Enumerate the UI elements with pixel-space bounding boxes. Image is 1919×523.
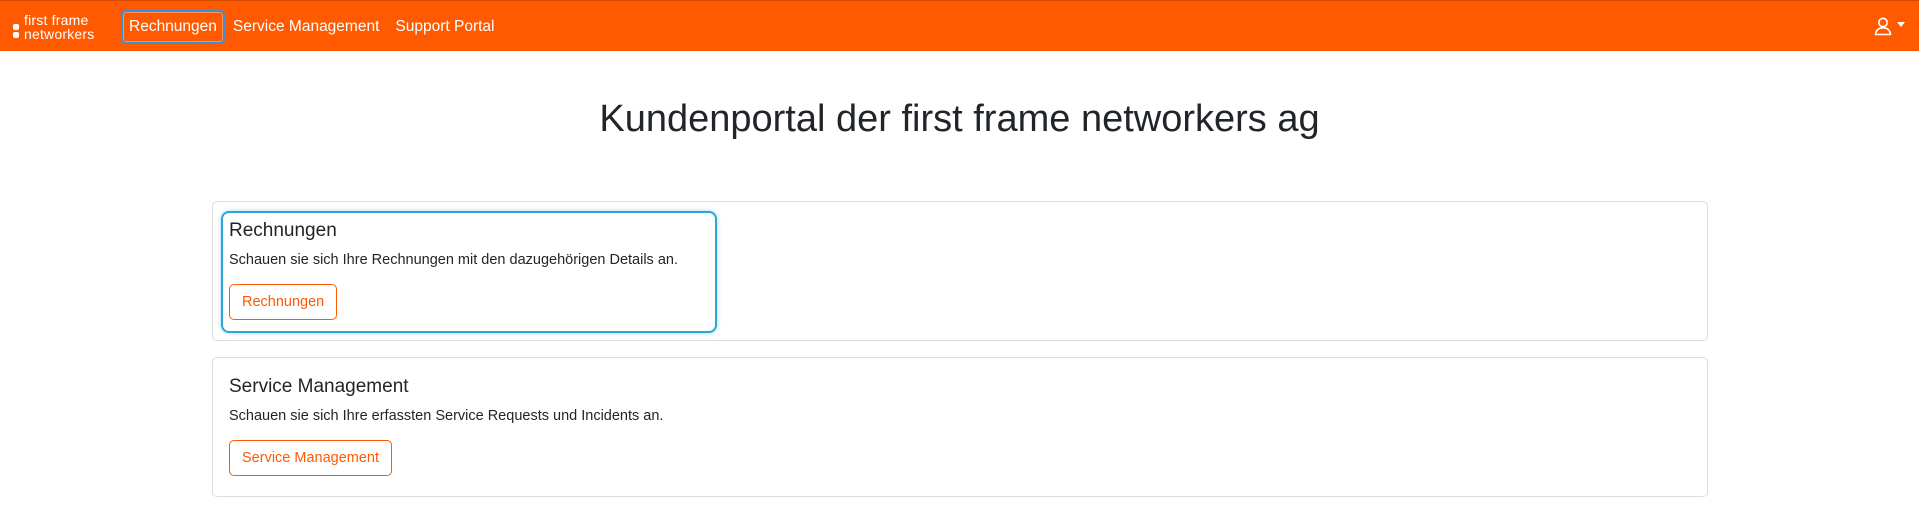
user-icon — [1874, 17, 1892, 36]
brand-name-line1: first frame — [24, 12, 89, 28]
nav-links: Rechnungen Service Management Support Po… — [121, 10, 502, 44]
card-service-management: Service Management Schauen sie sich Ihre… — [212, 357, 1708, 497]
service-management-button[interactable]: Service Management — [229, 440, 393, 476]
page-title: Kundenportal der first frame networkers … — [599, 98, 1320, 140]
card-text: Schauen sie sich Ihre Rechnungen mit den… — [229, 252, 678, 268]
nav-item-support-portal[interactable]: Support Portal — [387, 11, 502, 43]
nav-item-service-management[interactable]: Service Management — [225, 11, 387, 43]
card-body: Rechnungen Schauen sie sich Ihre Rechnun… — [221, 211, 717, 333]
card-title: Rechnungen — [229, 220, 337, 241]
card-title: Service Management — [229, 376, 409, 397]
card-body: Service Management Schauen sie sich Ihre… — [221, 367, 717, 489]
nav-item-rechnungen[interactable]: Rechnungen — [121, 10, 225, 44]
top-navbar: first frame networkers Rechnungen Servic… — [0, 0, 1919, 51]
brand-name: first frame networkers — [24, 13, 94, 41]
card-rechnungen: Rechnungen Schauen sie sich Ihre Rechnun… — [212, 201, 1708, 341]
brand-logo[interactable]: first frame networkers — [13, 13, 94, 41]
chevron-down-icon — [1897, 21, 1905, 27]
logo-dots-icon — [13, 24, 19, 38]
card-text: Schauen sie sich Ihre erfassten Service … — [229, 408, 664, 424]
user-menu-dropdown[interactable] — [1873, 16, 1905, 36]
rechnungen-button[interactable]: Rechnungen — [229, 284, 338, 320]
brand-name-line2: networkers — [24, 26, 95, 42]
